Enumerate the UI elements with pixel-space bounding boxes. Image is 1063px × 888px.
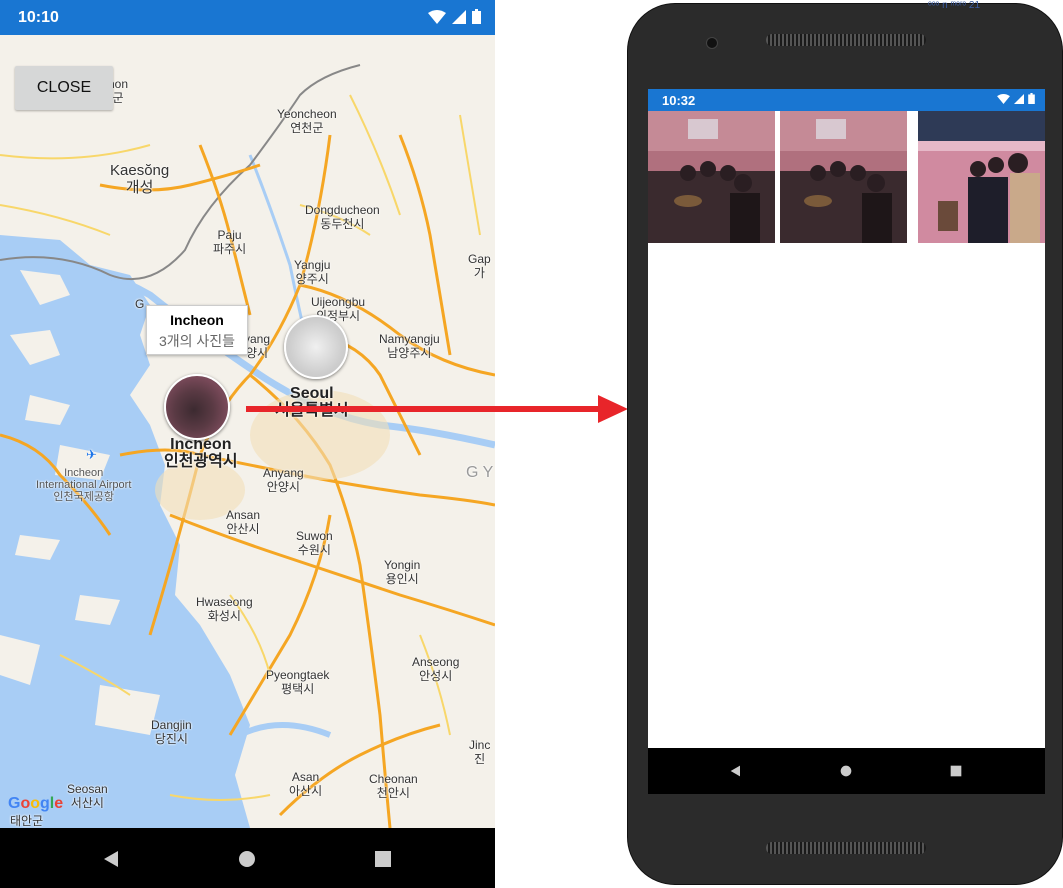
back-icon[interactable] <box>100 847 124 871</box>
gallery-screen: 10:32 <box>648 89 1045 794</box>
recents-icon[interactable] <box>371 847 395 871</box>
bottom-speaker <box>766 842 926 854</box>
city-label-yangju: Yangju 양주시 <box>294 258 331 286</box>
city-label-anyang: Anyang 안양시 <box>263 466 304 494</box>
city-label-namyangju: Namyangju 남양주시 <box>379 332 440 360</box>
top-speaker <box>766 34 926 46</box>
navigation-bar <box>0 828 495 888</box>
city-label-seosan: Seosan 서산시 <box>67 782 108 810</box>
wifi-icon <box>997 93 1010 104</box>
status-bar: 10:10 <box>0 0 495 35</box>
phone-frame: 10:32 <box>627 3 1063 885</box>
city-label-anseong: Anseong 안성시 <box>412 655 460 683</box>
city-label-partial-gy: G Y <box>466 464 494 481</box>
city-label-dangjin: Dangjin 당진시 <box>151 718 192 746</box>
google-logo: Google <box>8 795 64 812</box>
status-bar: 10:32 <box>648 89 1045 111</box>
photo-3[interactable] <box>918 111 1045 243</box>
city-label-dongducheon: Dongducheon 동두천시 <box>305 203 380 231</box>
map-tiles <box>0 64 495 828</box>
navigation-bar <box>648 748 1045 794</box>
status-time: 10:10 <box>18 9 59 26</box>
photo-grid <box>648 111 1045 243</box>
city-label-hwaseong: Hwaseong 화성시 <box>196 595 253 623</box>
info-window-subtitle: 3개의 사진들 <box>158 333 236 349</box>
city-label-airport: Incheon International Airport 인천국제공항 <box>36 467 132 503</box>
city-label-partial-taean: 태안군 <box>10 814 44 828</box>
seoul-photo-marker[interactable] <box>284 315 348 379</box>
map-view[interactable]: Kaesŏng 개성 hon 군 Yeoncheon 연천군 Dongducheon 동… <box>0 35 495 828</box>
city-label-suwon: Suwon 수원시 <box>296 529 333 557</box>
city-label-pyeongtaek: Pyeongtaek 평택시 <box>266 668 330 696</box>
signal-icon <box>1014 93 1024 104</box>
city-label-partial-jin: Jinc 진 <box>469 738 491 766</box>
battery-icon <box>1028 93 1035 104</box>
back-icon[interactable] <box>728 763 744 779</box>
info-window-title: Incheon <box>170 312 224 328</box>
map-phone-screen: 10:10 Kaesŏng 개성 hon 군 Yeoncheon 연천군 Don… <box>0 0 495 888</box>
gallery-phone: 10:32 <box>627 3 1063 885</box>
city-label-asan: Asan 아산시 <box>289 770 323 798</box>
city-label-partial-gap: Gap 가 <box>468 252 491 280</box>
status-time: 10:32 <box>662 93 696 108</box>
city-label-yongin: Yongin 용인시 <box>384 558 421 586</box>
city-label-partial-g: G <box>135 297 145 311</box>
marker-info-window[interactable]: Incheon 3개의 사진들 <box>146 305 248 355</box>
airport-icon: ✈ <box>86 447 97 462</box>
front-camera <box>706 37 718 49</box>
city-label-ansan: Ansan 안산시 <box>226 508 261 536</box>
city-label-incheon: Incheon 인천광역시 <box>164 436 238 470</box>
transition-arrow <box>246 395 628 423</box>
city-label-kaesong: Kaesŏng 개성 <box>110 162 170 196</box>
city-label-yeoncheon: Yeoncheon 연천군 <box>277 107 337 135</box>
home-icon[interactable] <box>235 847 259 871</box>
corner-fragment-text: ᵒᵒᵒ n ᵐᵒʳᵒ 21 <box>928 0 981 11</box>
signal-icon <box>452 9 466 24</box>
battery-icon <box>472 9 481 24</box>
photo-2[interactable] <box>780 111 907 243</box>
close-button[interactable]: CLOSE <box>15 66 113 110</box>
city-label-paju: Paju 파주시 <box>213 228 247 256</box>
recents-icon[interactable] <box>948 763 964 779</box>
photo-1[interactable] <box>648 111 775 243</box>
home-icon[interactable] <box>838 763 854 779</box>
wifi-icon <box>428 9 446 24</box>
incheon-photo-marker[interactable] <box>164 374 230 440</box>
city-label-cheonan: Cheonan 천안시 <box>369 772 418 800</box>
